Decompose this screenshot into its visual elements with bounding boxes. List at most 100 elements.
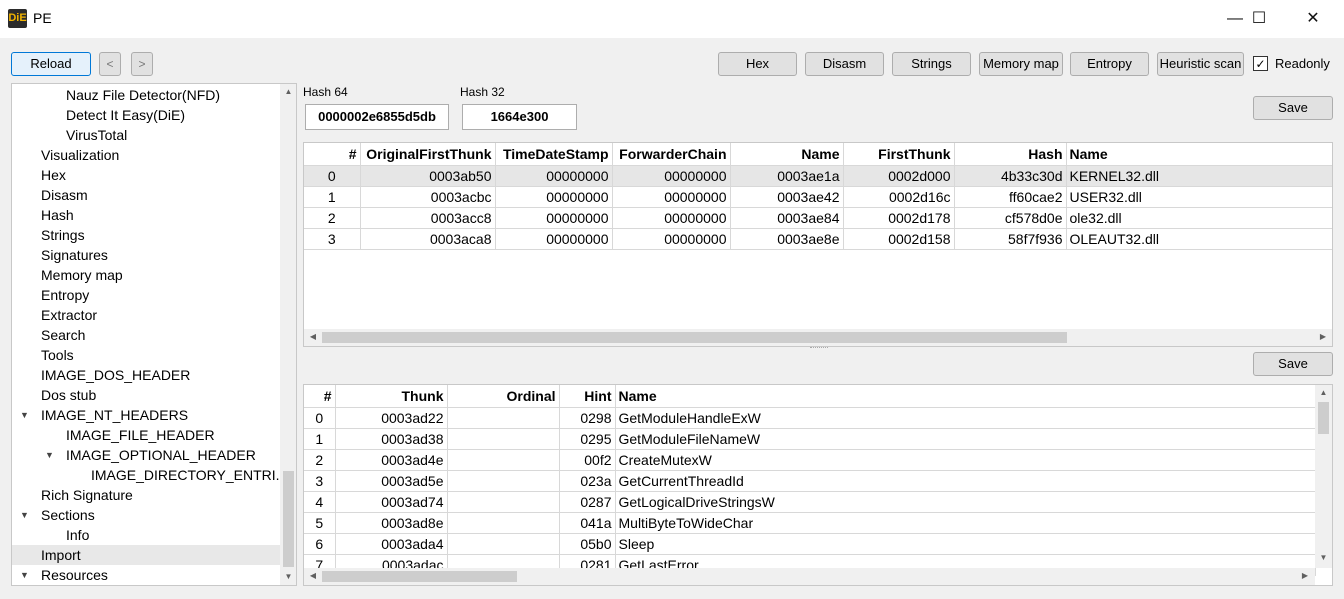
table-row[interactable]: 1 0003ad38 0295 GetModuleFileNameW — [304, 428, 1316, 450]
table-row[interactable]: 3 0003aca8 00000000 00000000 0003ae8e 0002d15… — [304, 228, 1332, 250]
tree-item[interactable]: Extractor — [12, 305, 280, 325]
column-header-function-name[interactable]: Name — [615, 385, 1316, 408]
tree-item[interactable]: IMAGE_DOS_HEADER — [12, 365, 280, 385]
tree-vertical-scrollbar[interactable]: ▲ ▼ — [280, 84, 296, 585]
expand-arrow-icon[interactable]: ▼ — [20, 405, 29, 425]
column-header-thunk[interactable]: Thunk — [335, 385, 448, 408]
scrollbar-thumb[interactable] — [283, 471, 294, 567]
hex-button[interactable]: Hex — [718, 52, 797, 76]
table-row[interactable]: 0 0003ab50 00000000 00000000 0003ae1a 0002d00… — [304, 165, 1332, 187]
table-cell — [447, 449, 560, 471]
table-cell: 041a — [559, 512, 616, 534]
tree-item[interactable]: Signatures — [12, 245, 280, 265]
functions-table: # Thunk Ordinal Hint Name 0 0003ad22 0298 G… — [304, 385, 1316, 576]
table-cell: 0295 — [559, 428, 616, 450]
tree-item[interactable]: Hex — [12, 165, 280, 185]
heuristic-scan-button[interactable]: Heuristic scan — [1157, 52, 1244, 76]
tree-item[interactable]: Import — [12, 545, 280, 565]
scroll-up-arrow-icon[interactable]: ▲ — [280, 87, 296, 96]
column-header-first-thunk[interactable]: FirstThunk — [843, 143, 955, 166]
strings-button[interactable]: Strings — [892, 52, 971, 76]
tree-item[interactable]: IMAGE_DIRECTORY_ENTRI... — [12, 465, 287, 485]
table-cell: 0003aca8 — [360, 228, 496, 250]
save-functions-button[interactable]: Save — [1253, 352, 1333, 376]
back-button[interactable]: < — [99, 52, 121, 76]
imports-table: # OriginalFirstThunk TimeDateStamp Forwa… — [304, 143, 1332, 250]
table-cell: 0003ad74 — [335, 491, 448, 513]
table-row[interactable]: 5 0003ad8e 041a MultiByteToWideChar — [304, 512, 1316, 534]
tree-item[interactable]: Rich Signature — [12, 485, 280, 505]
tree-item[interactable]: Hash — [12, 205, 280, 225]
tree-item[interactable]: Dos stub — [12, 385, 280, 405]
tree-item[interactable]: IMAGE_FILE_HEADER — [12, 425, 280, 445]
scroll-up-arrow-icon[interactable]: ▲ — [1315, 388, 1332, 397]
tree-item-label: Hash — [41, 207, 74, 223]
readonly-checkbox[interactable]: ✓ — [1253, 56, 1268, 71]
tree-item[interactable]: Search — [12, 325, 280, 345]
table-cell: 0003ad5e — [335, 470, 448, 492]
forward-button[interactable]: > — [131, 52, 153, 76]
table-row[interactable]: 6 0003ada4 05b0 Sleep — [304, 533, 1316, 555]
tree-item[interactable]: Visualization — [12, 145, 280, 165]
column-header-index[interactable]: # — [304, 143, 361, 166]
disasm-button[interactable]: Disasm — [805, 52, 884, 76]
scroll-down-arrow-icon[interactable]: ▼ — [280, 572, 296, 581]
expand-arrow-icon[interactable]: ▼ — [45, 445, 54, 465]
maximize-button[interactable]: ☐ — [1236, 0, 1282, 38]
tree-item[interactable]: ▼ Sections — [12, 505, 280, 525]
table-cell: 00000000 — [495, 165, 613, 187]
tree-item[interactable]: VirusTotal — [12, 125, 280, 145]
tree-item[interactable]: Disasm — [12, 185, 280, 205]
scroll-down-arrow-icon[interactable]: ▼ — [1315, 553, 1332, 562]
tree-item[interactable]: Memory map — [12, 265, 280, 285]
scroll-left-arrow-icon[interactable]: ◀ — [306, 332, 320, 341]
column-header-dll-name[interactable]: Name — [1066, 143, 1332, 166]
table-row[interactable]: 4 0003ad74 0287 GetLogicalDriveStringsW — [304, 491, 1316, 513]
tree-item[interactable]: Nauz File Detector(NFD) — [12, 85, 280, 105]
tree-item[interactable]: Strings — [12, 225, 280, 245]
save-hash-button[interactable]: Save — [1253, 96, 1333, 120]
memory-map-button[interactable]: Memory map — [979, 52, 1063, 76]
scroll-right-arrow-icon[interactable]: ▶ — [1316, 332, 1330, 341]
hash32-field[interactable]: 1664e300 — [462, 104, 577, 130]
column-header-hint[interactable]: Hint — [559, 385, 616, 408]
column-header-index[interactable]: # — [304, 385, 336, 408]
scrollbar-thumb[interactable] — [322, 332, 1067, 343]
functions-horizontal-scrollbar[interactable]: ◀ ▶ — [304, 568, 1315, 585]
table-cell: 0003acc8 — [360, 207, 496, 229]
imports-table-panel: # OriginalFirstThunk TimeDateStamp Forwa… — [303, 142, 1333, 347]
tree-item[interactable]: ▼ Resources — [12, 565, 280, 585]
tree-item[interactable]: Entropy — [12, 285, 280, 305]
hash64-field[interactable]: 0000002e6855d5db — [305, 104, 449, 130]
column-header-hash[interactable]: Hash — [954, 143, 1067, 166]
reload-button[interactable]: Reload — [11, 52, 91, 76]
functions-vertical-scrollbar[interactable]: ▲ ▼ — [1315, 385, 1332, 568]
close-button[interactable]: ✕ — [1290, 0, 1336, 38]
table-cell: ole32.dll — [1066, 207, 1332, 229]
column-header-name-rva[interactable]: Name — [730, 143, 844, 166]
table-cell: KERNEL32.dll — [1066, 165, 1332, 187]
column-header-time-date-stamp[interactable]: TimeDateStamp — [495, 143, 613, 166]
tree-item[interactable]: Tools — [12, 345, 280, 365]
table-row[interactable]: 1 0003acbc 00000000 00000000 0003ae42 0002d16… — [304, 186, 1332, 208]
expand-arrow-icon[interactable]: ▼ — [20, 505, 29, 525]
table-row[interactable]: 0 0003ad22 0298 GetModuleHandleExW — [304, 407, 1316, 429]
expand-arrow-icon[interactable]: ▼ — [20, 565, 29, 585]
scroll-left-arrow-icon[interactable]: ◀ — [306, 571, 320, 580]
table-row[interactable]: 2 0003acc8 00000000 00000000 0003ae84 0002d17… — [304, 207, 1332, 229]
scrollbar-thumb[interactable] — [1318, 402, 1329, 434]
splitter-handle[interactable] — [810, 347, 828, 350]
column-header-ordinal[interactable]: Ordinal — [447, 385, 560, 408]
imports-horizontal-scrollbar[interactable]: ◀ ▶ — [304, 329, 1332, 346]
entropy-button[interactable]: Entropy — [1070, 52, 1149, 76]
column-header-forwarder-chain[interactable]: ForwarderChain — [612, 143, 731, 166]
column-header-original-first-thunk[interactable]: OriginalFirstThunk — [360, 143, 496, 166]
tree-item[interactable]: Info — [12, 525, 280, 545]
scroll-right-arrow-icon[interactable]: ▶ — [1298, 571, 1312, 580]
tree-item[interactable]: ▼ IMAGE_NT_HEADERS — [12, 405, 280, 425]
scrollbar-thumb[interactable] — [322, 571, 517, 582]
tree-item[interactable]: ▼ IMAGE_OPTIONAL_HEADER — [12, 445, 280, 465]
table-row[interactable]: 2 0003ad4e 00f2 CreateMutexW — [304, 449, 1316, 471]
table-row[interactable]: 3 0003ad5e 023a GetCurrentThreadId — [304, 470, 1316, 492]
tree-item[interactable]: Detect It Easy(DiE) — [12, 105, 280, 125]
